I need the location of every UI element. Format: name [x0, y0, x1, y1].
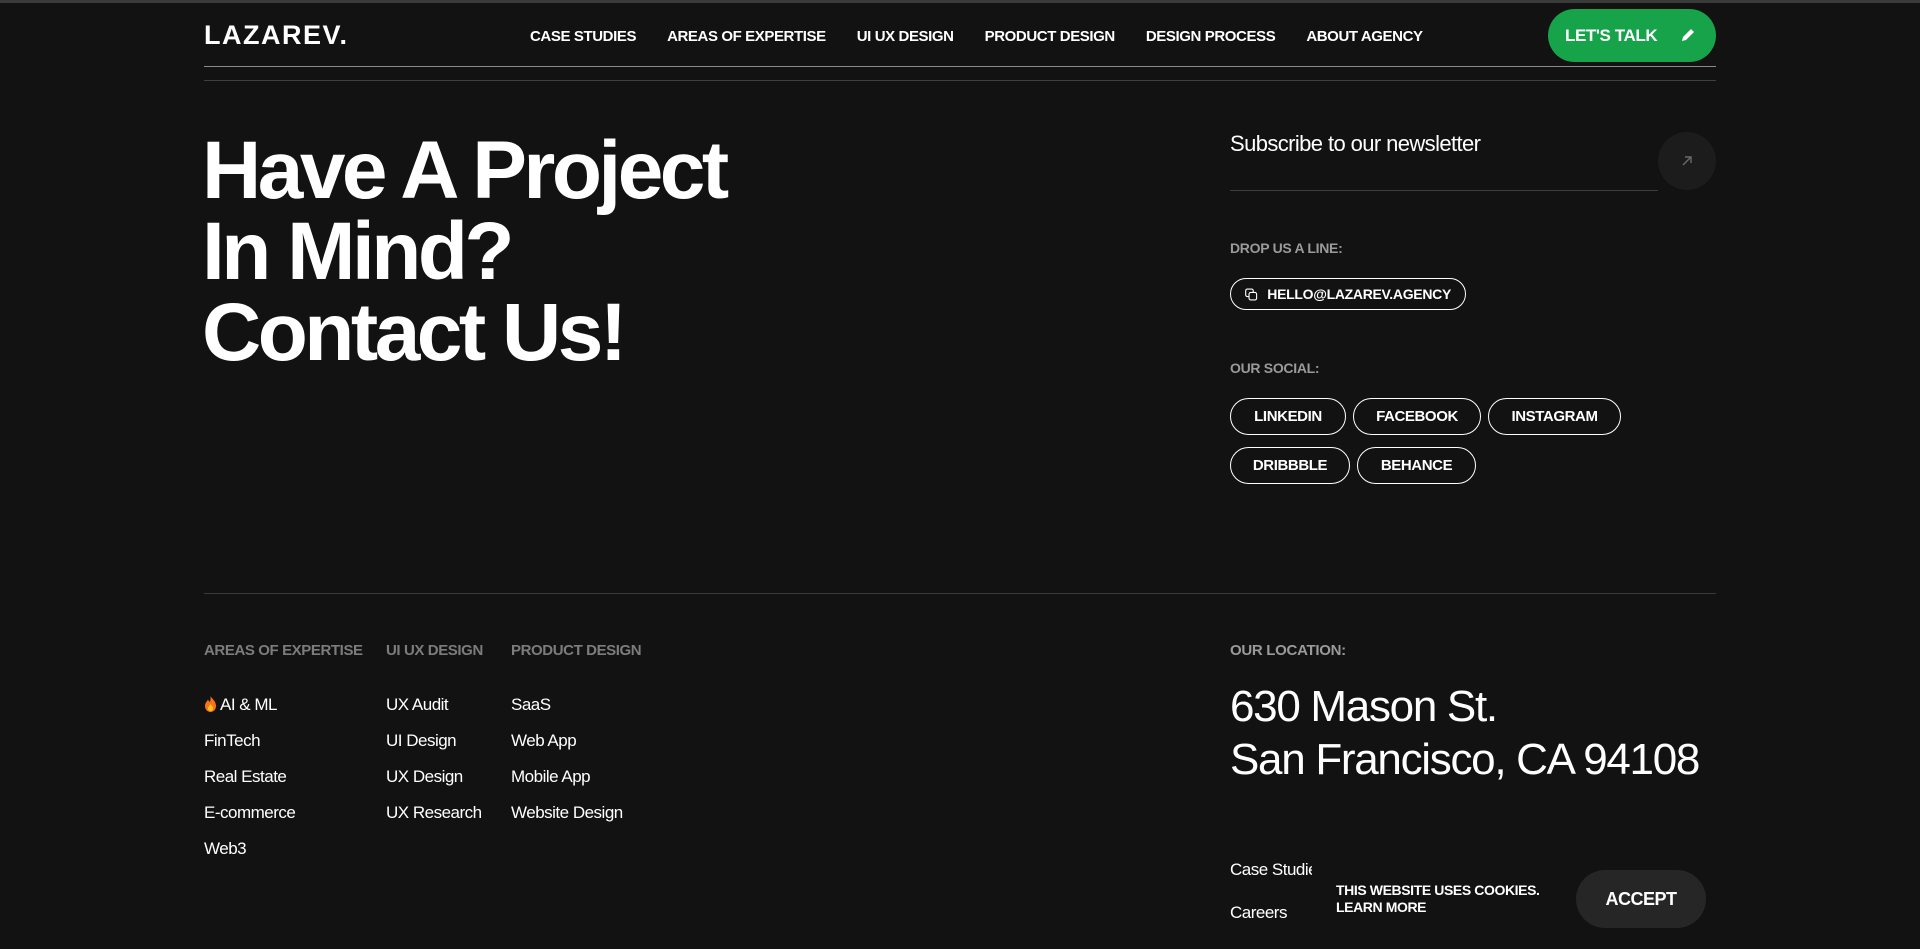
column-heading-ui-ux: UI UX DESIGN	[386, 642, 483, 659]
list-item[interactable]: SaaS	[511, 687, 623, 723]
footer-link-careers[interactable]: Careers	[1230, 903, 1287, 923]
email-address: HELLO@LAZAREV.AGENCY	[1267, 286, 1451, 302]
header-divider-secondary	[204, 80, 1716, 81]
column-heading-expertise: AREAS OF EXPERTISE	[204, 642, 363, 659]
copy-icon	[1245, 287, 1258, 301]
address-line: 630 Mason St.	[1230, 682, 1498, 731]
social-instagram[interactable]: INSTAGRAM	[1488, 398, 1621, 435]
drop-line-label: DROP US A LINE:	[1230, 240, 1343, 256]
hero-line: Have A Project	[202, 125, 729, 216]
address: 630 Mason St. San Francisco, CA 94108	[1230, 680, 1700, 786]
cookie-banner: THIS WEBSITE USES COOKIES. LEARN MORE AC…	[1312, 858, 1720, 949]
cookie-learn-more-link[interactable]: LEARN MORE	[1336, 899, 1540, 916]
copy-email-button[interactable]: HELLO@LAZAREV.AGENCY	[1230, 278, 1466, 310]
footer-link-case-studies[interactable]: Case Studies	[1230, 860, 1326, 880]
cookie-notice: THIS WEBSITE USES COOKIES.	[1336, 882, 1540, 898]
arrow-up-right-icon	[1682, 156, 1692, 166]
social-behance[interactable]: BEHANCE	[1357, 447, 1476, 484]
cookie-text: THIS WEBSITE USES COOKIES. LEARN MORE	[1336, 882, 1540, 916]
main-nav: CASE STUDIES AREAS OF EXPERTISE UI UX DE…	[530, 27, 1423, 47]
address-line: San Francisco, CA 94108	[1230, 735, 1700, 784]
nav-design-process[interactable]: DESIGN PROCESS	[1146, 27, 1276, 47]
newsletter-submit-button[interactable]	[1658, 132, 1716, 190]
nav-about-agency[interactable]: ABOUT AGENCY	[1306, 27, 1423, 47]
list-item[interactable]: AI & ML	[204, 687, 295, 723]
logo[interactable]: LAZAREV.	[204, 20, 349, 50]
list-item[interactable]: Web App	[511, 723, 623, 759]
social-dribbble[interactable]: DRIBBBLE	[1230, 447, 1350, 484]
list-item[interactable]: FinTech	[204, 723, 295, 759]
column-heading-product: PRODUCT DESIGN	[511, 642, 642, 659]
lets-talk-button[interactable]: LET'S TALK	[1548, 9, 1716, 62]
location-label: OUR LOCATION:	[1230, 642, 1346, 659]
list-item[interactable]: Web3	[204, 831, 295, 867]
footer-divider	[204, 593, 1716, 594]
pencil-icon	[1682, 29, 1694, 41]
hero-line: Contact Us!	[202, 287, 627, 378]
ui-ux-list: UX Audit UI Design UX Design UX Research	[386, 687, 482, 831]
list-item[interactable]: UX Research	[386, 795, 482, 831]
top-border	[0, 0, 1920, 3]
lets-talk-label: LET'S TALK	[1565, 25, 1658, 45]
list-item[interactable]: E-commerce	[204, 795, 296, 831]
fire-icon	[205, 696, 216, 712]
newsletter-input[interactable]: Subscribe to our newsletter	[1230, 131, 1481, 157]
nav-ui-ux-design[interactable]: UI UX DESIGN	[857, 27, 954, 47]
list-item-label: AI & ML	[220, 695, 277, 714]
list-item[interactable]: UX Audit	[386, 687, 482, 723]
social-facebook[interactable]: FACEBOOK	[1353, 398, 1481, 435]
accept-cookies-button[interactable]: ACCEPT	[1576, 870, 1706, 928]
list-item[interactable]: Mobile App	[511, 759, 623, 795]
list-item[interactable]: Website Design	[511, 795, 623, 831]
social-label: OUR SOCIAL:	[1230, 360, 1320, 376]
nav-case-studies[interactable]: CASE STUDIES	[530, 27, 636, 47]
expertise-list: AI & ML FinTech Real Estate E-commerce W…	[204, 687, 296, 867]
hero-line: In Mind?	[202, 206, 515, 297]
newsletter-underline	[1230, 190, 1658, 191]
hero-heading: Have A Project In Mind? Contact Us!	[202, 125, 729, 378]
social-linkedin[interactable]: LINKEDIN	[1230, 398, 1346, 435]
nav-product-design[interactable]: PRODUCT DESIGN	[985, 27, 1116, 47]
header-divider	[204, 66, 1716, 67]
nav-areas-of-expertise[interactable]: AREAS OF EXPERTISE	[667, 27, 826, 47]
list-item[interactable]: UX Design	[386, 759, 482, 795]
list-item[interactable]: UI Design	[386, 723, 482, 759]
product-list: SaaS Web App Mobile App Website Design	[511, 687, 623, 831]
list-item[interactable]: Real Estate	[204, 759, 295, 795]
